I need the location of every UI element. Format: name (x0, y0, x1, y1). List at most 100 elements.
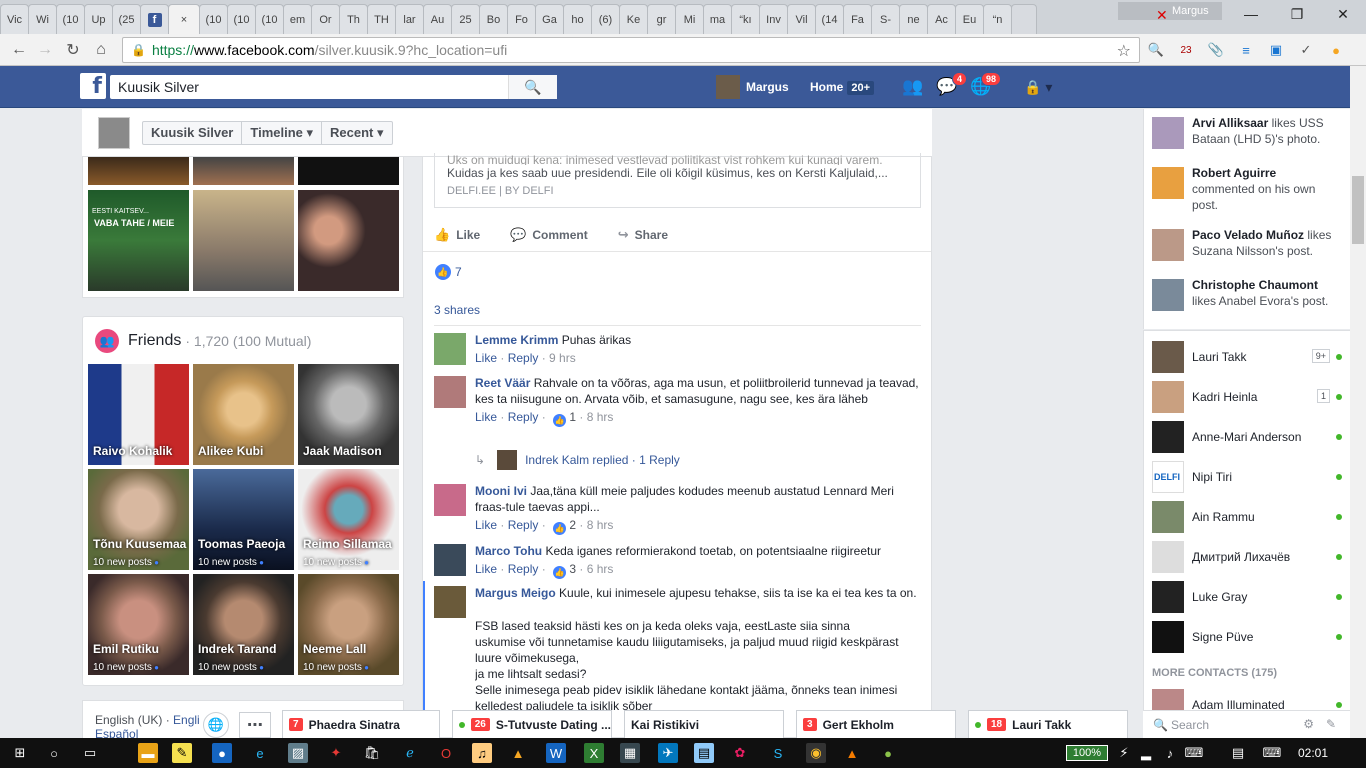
skype-icon[interactable]: S (768, 743, 788, 763)
comment-timestamp[interactable]: 9 hrs (549, 351, 576, 365)
photos-icon[interactable]: ▨ (288, 743, 308, 763)
power-plug-icon[interactable]: ⚡ (1114, 743, 1134, 763)
friend-name[interactable]: Reimo Sillamaa (303, 537, 392, 551)
window-extension-icon[interactable]: ▣ (1266, 40, 1286, 60)
volume-icon[interactable]: ♪ (1160, 743, 1180, 763)
search-button[interactable]: 🔍 (508, 75, 557, 99)
friend-name[interactable]: Toomas Paeoja (198, 537, 285, 551)
profile-name-link[interactable]: Kuusik Silver (143, 122, 243, 144)
notification-center-icon[interactable]: ▤ (1228, 743, 1248, 763)
app-icon[interactable]: ♫ (472, 743, 492, 763)
friend-name[interactable]: Emil Rutiku (93, 642, 159, 656)
friend-requests-icon[interactable]: 👥 (902, 77, 924, 97)
search-icon[interactable]: ○ (44, 743, 64, 763)
store-icon[interactable]: 🛍 (362, 743, 382, 763)
comment-timestamp[interactable]: 8 hrs (587, 410, 614, 424)
like-button[interactable]: 👍 Like (434, 227, 480, 243)
notifications-icon[interactable]: 🌐 98 (970, 72, 1001, 97)
browser-tab[interactable]: (10 (199, 4, 228, 34)
facebook-logo-icon[interactable]: f (80, 73, 106, 99)
friend-tile[interactable]: Alikee Kubi (193, 364, 294, 465)
browser-tab[interactable]: TH (367, 4, 396, 34)
chrome-menu-icon[interactable]: ● (1326, 40, 1346, 60)
avatar[interactable] (434, 544, 466, 576)
browser-tab[interactable]: Vil (787, 4, 816, 34)
browser-tab[interactable]: (6) (591, 4, 620, 34)
scrollbar-thumb[interactable] (1352, 176, 1364, 244)
comment-author[interactable]: Margus Meigo (475, 586, 556, 600)
comment-like-link[interactable]: Like (475, 562, 497, 576)
language-link[interactable]: Engli (173, 713, 200, 727)
pin-extension-icon[interactable]: 📎 (1206, 40, 1226, 60)
comment-reply-link[interactable]: Reply (508, 410, 539, 424)
opera-icon[interactable]: O (436, 743, 456, 763)
chat-contact[interactable]: Дмитрий Лихачёв (1152, 541, 1342, 573)
browser-tab[interactable]: Vic (0, 4, 29, 34)
photo-thumbnail[interactable] (193, 190, 294, 291)
recent-dropdown[interactable]: Recent ▾ (322, 122, 392, 144)
photo-thumbnail[interactable] (298, 157, 399, 185)
taskbar-clock[interactable]: 02:01 (1298, 746, 1328, 760)
browser-tab[interactable]: ma (703, 4, 732, 34)
friend-tile[interactable]: Toomas Paeoja 10 new posts (193, 469, 294, 570)
comment-reply-link[interactable]: Reply (508, 562, 539, 576)
chat-tab[interactable]: 18 Lauri Takk (968, 710, 1128, 738)
calculator-icon[interactable]: ▦ (620, 743, 640, 763)
friend-tile[interactable]: Raivo Kohalik (88, 364, 189, 465)
browser-tab[interactable]: 25 (451, 4, 480, 34)
chrome-icon[interactable]: ◉ (806, 743, 826, 763)
friend-name[interactable]: Neeme Lall (303, 642, 366, 656)
chat-tab[interactable]: 26 S-Tutvuste Dating ... (452, 710, 612, 738)
app-icon[interactable]: ✦ (326, 743, 346, 763)
gear-icon[interactable]: ⚙ (1303, 717, 1314, 731)
friend-tile[interactable]: Indrek Tarand 10 new posts (193, 574, 294, 675)
avatar[interactable] (434, 586, 466, 618)
forward-button[interactable]: → (34, 39, 56, 61)
app-icon[interactable]: ▤ (694, 743, 714, 763)
vlc-icon[interactable]: ▲ (842, 743, 862, 763)
close-window-button[interactable]: ✕ (1320, 0, 1366, 28)
language-icon[interactable]: ⌨ (1262, 743, 1282, 763)
new-tab-button[interactable] (1011, 4, 1037, 34)
browser-tab[interactable]: Or (311, 4, 340, 34)
likes-summary[interactable]: 👍 7 (423, 251, 931, 291)
app-icon[interactable]: ✿ (730, 743, 750, 763)
task-view-icon[interactable]: ▭ (80, 743, 100, 763)
notes-icon[interactable]: ✎ (172, 743, 192, 763)
page-scrollbar[interactable] (1350, 66, 1366, 738)
browser-tab[interactable]: S- (871, 4, 900, 34)
minimize-button[interactable]: — (1228, 0, 1274, 28)
browser-tab[interactable]: Fo (507, 4, 536, 34)
comment-like-link[interactable]: Like (475, 351, 497, 365)
comment-timestamp[interactable]: 8 hrs (587, 518, 614, 532)
comment-author[interactable]: Lemme Krimm (475, 333, 558, 347)
browser-tab[interactable]: (10 (227, 4, 256, 34)
network-icon[interactable]: ▂ (1136, 743, 1156, 763)
photo-thumbnail[interactable] (298, 190, 399, 291)
browser-tab[interactable]: ho (563, 4, 592, 34)
browser-tab[interactable]: Bo (479, 4, 508, 34)
friend-name[interactable]: Indrek Tarand (198, 642, 276, 656)
chat-contact[interactable]: Signe Püve (1152, 621, 1342, 653)
app-icon[interactable]: ▲ (508, 743, 528, 763)
browser-tab[interactable]: (25 (112, 4, 141, 34)
app-icon[interactable]: ● (878, 743, 898, 763)
maximize-button[interactable]: ❐ (1274, 0, 1320, 28)
friend-name[interactable]: Jaak Madison (303, 444, 382, 458)
browser-tab[interactable]: Au (423, 4, 452, 34)
chat-contact[interactable]: Luke Gray (1152, 581, 1342, 613)
reload-button[interactable]: ↻ (62, 39, 84, 61)
comment-button[interactable]: 💬 Comment (510, 227, 588, 243)
chat-contact[interactable]: Anne-Mari Anderson (1152, 421, 1342, 453)
bookmark-star-icon[interactable]: ☆ (1117, 41, 1131, 61)
photo-thumbnail[interactable]: EESTI KAITSEV... VABA TAHE / MEIE (88, 190, 189, 291)
browser-tab[interactable]: “n (983, 4, 1012, 34)
browser-tab[interactable]: em (283, 4, 312, 34)
browser-tab[interactable]: (10 (56, 4, 85, 34)
comment-author[interactable]: Marco Tohu (475, 544, 542, 558)
browser-tab[interactable]: Fa (843, 4, 872, 34)
view-replies-link[interactable]: ↳ Indrek Kalm replied · 1 Reply (475, 450, 680, 470)
friends-title[interactable]: Friends (128, 332, 181, 350)
avatar[interactable] (98, 117, 130, 149)
battery-indicator[interactable]: 100% (1066, 745, 1108, 761)
